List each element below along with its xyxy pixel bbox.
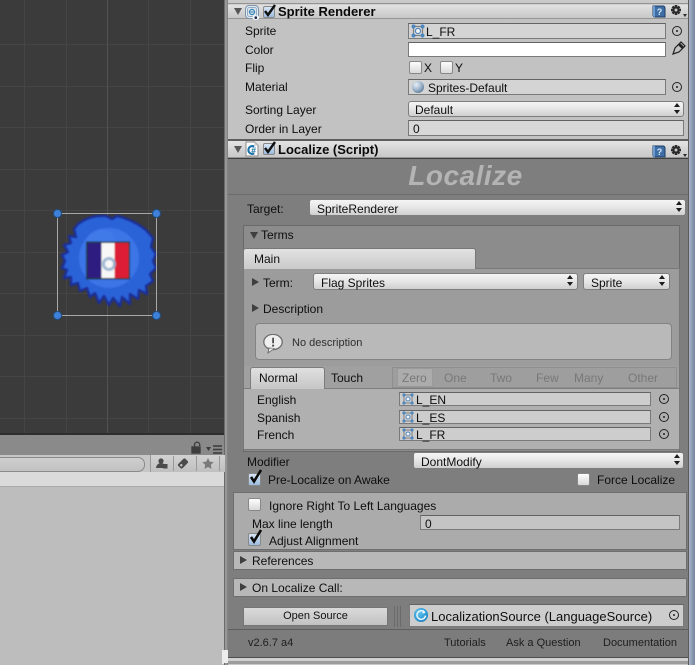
svg-text:?: ? <box>657 147 663 157</box>
svg-text:#: # <box>251 145 256 155</box>
svg-text:?: ? <box>657 7 663 17</box>
